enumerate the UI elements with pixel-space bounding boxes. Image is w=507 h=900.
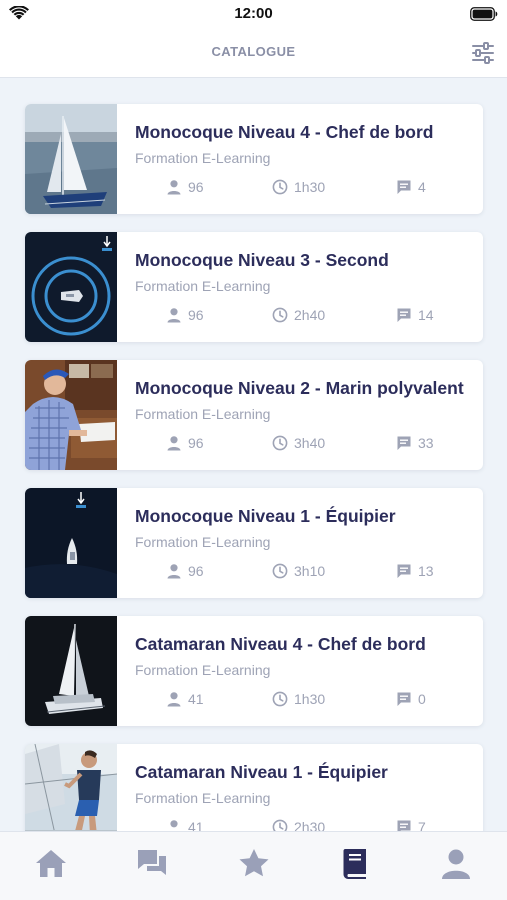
duration-stat: 1h30 <box>272 178 325 196</box>
sailor-at-chart-table-photo <box>25 360 117 470</box>
course-title: Monocoque Niveau 1 - Équipier <box>135 506 396 526</box>
course-list[interactable]: Monocoque Niveau 4 - Chef de bord Format… <box>0 79 507 831</box>
user-icon <box>167 308 181 323</box>
comments-stat: 0 <box>396 690 426 708</box>
duration-value: 3h40 <box>294 435 326 451</box>
user-icon <box>167 180 181 195</box>
home-icon <box>36 850 66 877</box>
participants-count: 96 <box>188 179 204 195</box>
comments-count: 7 <box>418 819 426 831</box>
participants-stat: 96 <box>166 434 204 452</box>
duration-value: 2h40 <box>294 307 326 323</box>
comments-stat: 4 <box>396 178 426 196</box>
course-title: Catamaran Niveau 1 - Équipier <box>135 762 388 782</box>
radar-boat-illustration <box>25 232 117 342</box>
tab-home[interactable] <box>31 848 71 882</box>
comments-count: 4 <box>418 179 426 195</box>
course-card[interactable]: Catamaran Niveau 1 - Équipier Formation … <box>25 744 483 831</box>
course-card[interactable]: Monocoque Niveau 3 - Second Formation E-… <box>25 232 483 342</box>
participants-count: 96 <box>188 563 204 579</box>
duration-value: 3h10 <box>294 563 326 579</box>
comment-icon <box>397 308 411 322</box>
chat-icon <box>138 850 166 875</box>
status-bar: 12:00 <box>0 0 507 28</box>
comments-count: 14 <box>418 307 434 323</box>
tab-favorites[interactable] <box>234 848 274 882</box>
course-title: Monocoque Niveau 4 - Chef de bord <box>135 122 434 142</box>
course-card[interactable]: Catamaran Niveau 4 - Chef de bord Format… <box>25 616 483 726</box>
course-title: Monocoque Niveau 2 - Marin polyvalent <box>135 378 464 398</box>
nav-bar: CATALOGUE <box>0 28 507 78</box>
duration-stat: 3h40 <box>272 434 325 452</box>
star-icon <box>239 849 269 877</box>
clock-icon <box>272 563 288 579</box>
participants-stat: 41 <box>166 818 204 831</box>
duration-value: 1h30 <box>294 179 326 195</box>
clock-icon <box>272 691 288 707</box>
course-subtitle: Formation E-Learning <box>135 406 271 422</box>
clock-icon <box>272 179 288 195</box>
user-icon <box>170 820 178 831</box>
comments-stat: 13 <box>396 562 434 580</box>
user-icon <box>167 692 181 707</box>
clock-icon <box>272 307 288 323</box>
comment-icon <box>397 820 411 831</box>
comments-stat: 7 <box>396 818 426 831</box>
user-icon <box>167 564 181 579</box>
participants-stat: 41 <box>166 690 204 708</box>
comments-stat: 14 <box>396 306 434 324</box>
participants-stat: 96 <box>166 178 204 196</box>
participants-stat: 96 <box>166 306 204 324</box>
comment-icon <box>397 564 411 578</box>
course-title: Monocoque Niveau 3 - Second <box>135 250 389 270</box>
participants-count: 96 <box>188 435 204 451</box>
sailor-on-deck-photo <box>25 744 117 831</box>
user-icon <box>442 849 470 879</box>
duration-value: 2h30 <box>294 819 326 831</box>
boat-top-view-illustration <box>25 488 117 598</box>
participants-count: 41 <box>188 819 204 831</box>
course-subtitle: Formation E-Learning <box>135 278 271 294</box>
catamaran-photo <box>25 616 117 726</box>
participants-count: 41 <box>188 691 204 707</box>
duration-stat: 1h30 <box>272 690 325 708</box>
tab-messages[interactable] <box>132 848 172 882</box>
comments-count: 13 <box>418 563 434 579</box>
duration-stat: 2h40 <box>272 306 325 324</box>
tab-bar <box>0 831 507 900</box>
tab-profile[interactable] <box>436 848 476 882</box>
duration-value: 1h30 <box>294 691 326 707</box>
course-subtitle: Formation E-Learning <box>135 662 271 678</box>
comment-icon <box>397 436 411 450</box>
course-card[interactable]: Monocoque Niveau 2 - Marin polyvalent Fo… <box>25 360 483 470</box>
comments-stat: 33 <box>396 434 434 452</box>
comments-count: 33 <box>418 435 434 451</box>
course-subtitle: Formation E-Learning <box>135 534 271 550</box>
course-card[interactable]: Monocoque Niveau 1 - Équipier Formation … <box>25 488 483 598</box>
course-card[interactable]: Monocoque Niveau 4 - Chef de bord Format… <box>25 104 483 214</box>
course-title: Catamaran Niveau 4 - Chef de bord <box>135 634 426 654</box>
comment-icon <box>397 180 411 194</box>
course-subtitle: Formation E-Learning <box>135 150 271 166</box>
duration-stat: 2h30 <box>272 818 325 831</box>
comment-icon <box>397 692 411 706</box>
participants-stat: 96 <box>166 562 204 580</box>
sailboat-photo <box>25 104 117 214</box>
user-icon <box>167 436 181 451</box>
page-title: CATALOGUE <box>211 44 296 59</box>
comments-count: 0 <box>418 691 426 707</box>
status-time: 12:00 <box>234 5 273 22</box>
book-icon <box>343 849 366 879</box>
battery-icon <box>470 7 498 21</box>
tab-catalogue[interactable] <box>335 848 375 882</box>
participants-count: 96 <box>188 307 204 323</box>
clock-icon <box>272 819 288 831</box>
sliders-icon[interactable] <box>471 41 495 65</box>
duration-stat: 3h10 <box>272 562 325 580</box>
clock-icon <box>272 435 288 451</box>
course-subtitle: Formation E-Learning <box>135 790 271 806</box>
